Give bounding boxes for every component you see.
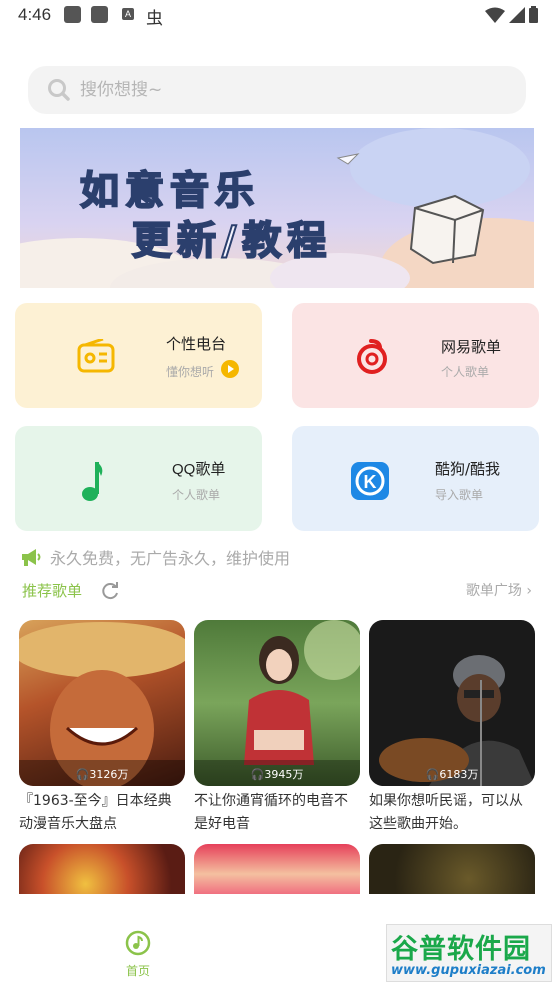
playlist-card[interactable]: 🎧6183万 如果你想听民谣，可以从这些歌曲开始。: [369, 620, 535, 836]
card-subtitle: 懂你想听: [166, 365, 215, 379]
playlist-card[interactable]: 🎧3945万 不让你通宵循环的电音不是好电音: [194, 620, 360, 836]
play-count: 🎧6183万: [369, 766, 535, 782]
music-disc-icon: [125, 930, 151, 956]
play-count-value: 6183万: [439, 768, 479, 781]
radio-icon: [77, 339, 115, 373]
kugou-icon: K: [351, 462, 389, 500]
search-bar[interactable]: [28, 66, 526, 114]
megaphone-icon: [22, 549, 41, 566]
card-netease[interactable]: 网易歌单 个人歌单: [292, 303, 539, 408]
search-input[interactable]: [80, 80, 480, 100]
card-subtitle: 导入歌单: [435, 488, 484, 502]
playlist-cover: 🎧6183万: [369, 620, 535, 786]
card-title: QQ歌单: [172, 461, 226, 478]
banner-subtitle: 更新/教程: [131, 218, 333, 265]
play-count-value: 3126万: [89, 768, 129, 781]
card-kugou[interactable]: K 酷狗/酷我 导入歌单: [292, 426, 539, 531]
card-title: 酷狗/酷我: [435, 460, 501, 478]
playlist-title: 如果你想听民谣，可以从这些歌曲开始。: [369, 793, 523, 832]
qq-music-icon: [82, 462, 103, 501]
chevron-right-icon: ›: [526, 583, 532, 599]
wifi-icon: [485, 7, 505, 23]
banner[interactable]: 如意音乐 更新/教程: [20, 128, 534, 288]
battery-icon: [529, 6, 538, 23]
cover-art: [19, 622, 185, 786]
playlist-title: 不让你通宵循环的电音不是好电音: [194, 793, 348, 832]
play-count-value: 3945万: [264, 768, 304, 781]
playlist-title: 『1963-至今』日本经典动漫音乐大盘点: [19, 793, 172, 832]
card-personal-radio[interactable]: 个性电台 懂你想听: [15, 303, 262, 408]
netease-icon: [357, 339, 387, 374]
debug-icon: 虫: [146, 9, 163, 29]
playlist-card[interactable]: 🎧3126万 『1963-至今』日本经典动漫音乐大盘点: [19, 620, 185, 836]
notification-icon: [64, 6, 81, 23]
playlist-square-link[interactable]: 歌单广场 ›: [466, 580, 532, 600]
more-label: 歌单广场: [465, 583, 522, 599]
status-time: 4:46: [18, 5, 52, 24]
card-title: 个性电台: [166, 335, 227, 353]
search-icon: [48, 79, 70, 101]
tab-home-label: 首页: [125, 964, 150, 978]
card-subtitle: 个人歌单: [441, 365, 490, 379]
notice-text: 永久免费，无广告永久，维护使用: [50, 549, 291, 568]
notification-icon: [91, 6, 108, 23]
watermark-title: 谷普软件园: [391, 934, 531, 965]
play-count: 🎧3945万: [194, 766, 360, 782]
watermark-url: www.gupuxiazai.com: [391, 963, 546, 978]
play-icon[interactable]: [221, 360, 239, 378]
cover-art: [194, 620, 360, 786]
play-count: 🎧3126万: [19, 766, 185, 782]
tab-home[interactable]: 首页: [118, 930, 158, 979]
playlist-cover: 🎧3126万: [19, 620, 185, 786]
refresh-icon[interactable]: [100, 581, 120, 601]
banner-title: 如意音乐: [79, 168, 261, 215]
signal-icon: [509, 6, 525, 23]
playlist-cover-partial[interactable]: [194, 844, 360, 894]
headphones-icon: 🎧: [425, 768, 440, 781]
playlist-cover: 🎧3945万: [194, 620, 360, 786]
a-icon: A: [122, 8, 134, 20]
section-title: 推荐歌单: [22, 582, 83, 600]
headphones-icon: 🎧: [75, 768, 90, 781]
svg-text:K: K: [364, 472, 377, 492]
status-bar: 4:46 A 虫: [0, 0, 554, 30]
card-subtitle: 个人歌单: [172, 488, 221, 502]
playlist-cover-partial[interactable]: [19, 844, 185, 894]
playlist-cover-partial[interactable]: [369, 844, 535, 894]
cover-art: [379, 655, 535, 786]
headphones-icon: 🎧: [250, 768, 265, 781]
watermark-logo: 谷普软件园 www.gupuxiazai.com: [386, 924, 552, 982]
status-right: [485, 6, 538, 23]
notice-bar: 永久免费，无广告永久，维护使用: [20, 545, 290, 569]
card-qq-music[interactable]: QQ歌单 个人歌单: [15, 426, 262, 531]
card-title: 网易歌单: [441, 338, 502, 356]
